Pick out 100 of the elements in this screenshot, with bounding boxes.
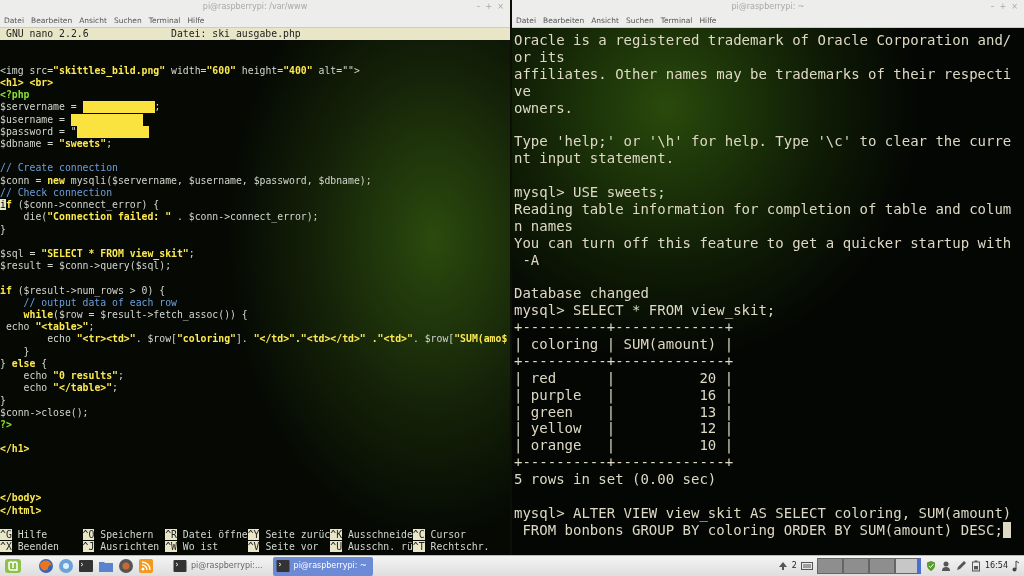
shortcut-key: ^K	[330, 528, 343, 540]
code-line: <h1> <br>	[0, 76, 54, 90]
terminal-line: +----------+-------------+	[513, 319, 735, 337]
shortcut-label: Speichern	[99, 528, 154, 540]
shortcut-key: ^Y	[247, 528, 260, 540]
code-line: die("Connection failed: " . $conn->connect_error);	[23, 211, 320, 224]
terminal-line: mysql> SELECT * FROM view_skit;	[513, 302, 777, 320]
user-icon[interactable]	[940, 560, 951, 572]
camera-lens-icon[interactable]	[118, 558, 134, 574]
clock[interactable]: 16:54	[984, 560, 1008, 572]
terminal-line: Reading table information for completion of table and colum	[513, 200, 1013, 218]
window-title: pi@raspberrypi: ~	[731, 1, 805, 13]
code-line: </body>	[0, 492, 43, 505]
terminal-line: Type 'help;' or '\h' for help. Type '\c' to clear the curre	[513, 133, 1013, 151]
terminal-line: mysql> ALTER VIEW view_skit AS SELECT coloring, SUM(amount)	[513, 504, 1013, 522]
shortcut-label: Ausrichten	[99, 541, 160, 553]
code-line: $sql = "SELECT * FROM view_skit";	[0, 247, 196, 261]
shortcut-label: Seite zurüc	[264, 528, 331, 540]
shortcut-key: ^X	[0, 541, 12, 553]
update-count: 2	[791, 560, 797, 572]
code-line: } else {	[0, 357, 49, 371]
shortcut-label: Cursor	[429, 528, 466, 540]
shortcut-key: ^J	[82, 541, 95, 553]
workspace-tile[interactable]	[868, 558, 895, 574]
shortcut-key: ^T	[412, 541, 425, 553]
shortcut-label: Ausschneide	[346, 528, 413, 540]
code-line: <?php	[0, 89, 31, 102]
terminal-line: -A	[521, 251, 541, 269]
code-text: ;	[154, 101, 161, 113]
code-line: echo "0 results";	[22, 370, 125, 383]
terminal-line: | orange | 10 |	[513, 437, 735, 455]
terminal-line: +----------+-------------+	[513, 454, 735, 472]
terminal-line: FROM bonbons GROUP BY coloring ORDER BY SUM(amount) DESC;	[521, 521, 1003, 539]
terminal-line: affiliates. Other names may be trademarks of their respecti	[513, 65, 1013, 83]
battery-icon[interactable]	[970, 560, 981, 572]
pen-icon[interactable]	[954, 560, 967, 572]
code-line: $dbname = "sweets";	[0, 137, 114, 151]
code-line: // Create connection	[0, 162, 119, 175]
window-title: pi@raspberrypi: /var/www	[202, 1, 308, 13]
terminal-line: mysql> USE sweets;	[513, 184, 667, 201]
code-text: $username =	[0, 113, 66, 125]
workspace-tile[interactable]	[894, 558, 921, 574]
terminal-line: Oracle is a registered trademark of Oracle Corporation and/	[513, 32, 1013, 49]
terminal-line: owners.	[513, 99, 574, 117]
browser-globe-icon[interactable]	[38, 558, 54, 574]
shortcut-label: Ausschn. rü	[346, 541, 413, 553]
terminal-line: | red | 20 |	[513, 369, 735, 387]
code-line: $conn = new mysqli($servername, $username, $password, $dbname);	[0, 174, 373, 187]
shortcut-label: Hilfe	[16, 528, 48, 540]
code-line: echo "<tr><td>". $row["coloring"]. "</td>"."<td></td>" ."<td>". $row["SUM(amo$	[46, 333, 509, 346]
code-line: echo "</table>";	[22, 382, 119, 395]
terminal-line: You can turn off this feature to get a quicker startup with	[513, 234, 1013, 252]
code-text: $password = "	[0, 125, 77, 137]
update-icon[interactable]	[777, 561, 788, 571]
code-line: // output data of each row	[23, 296, 178, 309]
code-line: }	[0, 394, 7, 407]
workspace-tile[interactable]	[816, 558, 843, 574]
terminal-line: or its	[513, 48, 566, 66]
code-line: $conn->close();	[0, 406, 90, 419]
terminal-icon[interactable]	[78, 558, 94, 574]
shield-check-icon[interactable]	[924, 560, 937, 572]
code-text: $servername =	[0, 101, 78, 113]
terminal-icon	[275, 559, 290, 573]
shortcut-key: ^G	[0, 528, 12, 540]
code-line: <img src="skittles_bild.png" width="600" height="400" alt="">	[0, 64, 361, 77]
code-line: while($row = $result->fetch_assoc()) {	[22, 309, 249, 322]
shortcut-key: ^V	[247, 541, 260, 553]
shortcut-label: Seite vor	[264, 541, 319, 553]
terminal-line: +----------+-------------+	[513, 352, 735, 370]
shortcut-key: ^W	[165, 541, 177, 553]
terminal-line: | yellow | 12 |	[513, 420, 735, 438]
terminal-line: 5 rows in set (0.00 sec)	[513, 471, 718, 489]
code-line: if ($result->num_rows > 0) {	[0, 284, 167, 297]
code-line: echo "<table>";	[4, 321, 96, 334]
taskbar-window-button[interactable]: pi@raspberrypi:...	[170, 556, 269, 576]
code-line: }	[0, 223, 7, 236]
code-line: ?>	[0, 419, 13, 432]
terminal-line: n names	[513, 217, 574, 235]
music-note-icon[interactable]	[1012, 560, 1020, 572]
shortcut-key: ^O	[82, 528, 95, 540]
keyboard-icon[interactable]	[800, 561, 813, 571]
shortcut-label: Rechtschr.	[429, 541, 490, 553]
terminal-line: | purple | 16 |	[513, 386, 735, 404]
shortcut-label: Datei öffne	[181, 528, 248, 540]
code-line: </h1>	[0, 443, 31, 456]
file-name: Datei: ski_ausgabe.php	[171, 28, 301, 41]
terminal-line: ve	[513, 82, 532, 100]
terminal-line: | green | 13 |	[513, 403, 735, 421]
shortcut-key: ^U	[330, 541, 343, 553]
terminal-line: nt input statement.	[513, 150, 676, 168]
editor-version: GNU nano 2.2.6	[6, 28, 90, 41]
shortcut-key: ^R	[165, 528, 177, 540]
terminal-line: Database changed	[513, 285, 650, 303]
code-line: // Check connection	[0, 186, 114, 200]
shortcut-label: Beenden	[16, 541, 59, 553]
code-line: $result = $conn->query($sql);	[0, 260, 173, 273]
terminal-icon	[173, 559, 187, 573]
workspace-tile[interactable]	[842, 558, 869, 574]
shortcut-label: Wo ist	[181, 541, 219, 553]
terminal-line: | coloring | SUM(amount) |	[513, 336, 735, 353]
